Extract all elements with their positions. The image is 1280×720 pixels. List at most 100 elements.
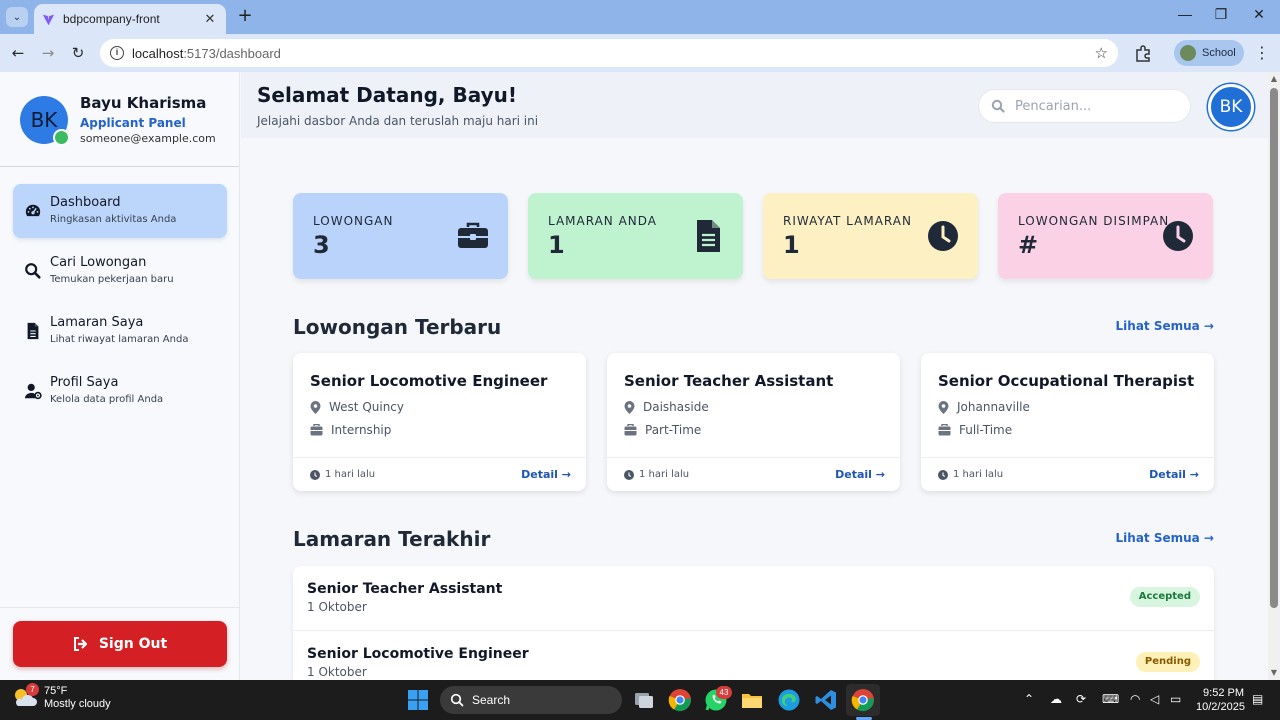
weather-temp: 75°F xyxy=(44,685,68,697)
notifications-icon[interactable]: ▤ xyxy=(1252,692,1263,706)
main-content: Selamat Datang, Bayu! Jelajahi dasbor An… xyxy=(241,72,1268,680)
reload-button[interactable]: ↻ xyxy=(66,41,90,65)
sidebar-item-subtitle: Ringkasan aktivitas Anda xyxy=(50,214,177,225)
whatsapp-badge: 43 xyxy=(716,686,732,699)
sidebar-item-lamaran-saya[interactable]: Lamaran Saya Lihat riwayat lamaran Anda xyxy=(13,304,227,358)
job-location: Johannaville xyxy=(938,400,1030,414)
url-host: localhost xyxy=(132,45,184,61)
stat-value: 1 xyxy=(783,231,800,259)
header-avatar[interactable]: BK xyxy=(1208,84,1254,130)
job-card[interactable]: Senior Occupational Therapist Johannavil… xyxy=(921,353,1214,491)
search-icon xyxy=(450,693,464,707)
maximize-button[interactable]: ❐ xyxy=(1206,6,1236,28)
keyboard-icon[interactable]: ⌨ xyxy=(1102,692,1119,706)
profile-chip[interactable]: School xyxy=(1174,40,1244,66)
taskbar-clock[interactable]: 9:52 PM 10/2/2025 xyxy=(1196,686,1245,714)
taskbar-search-label: Search xyxy=(472,693,511,707)
chrome-active-icon[interactable] xyxy=(851,688,875,712)
job-time-text: 1 hari lalu xyxy=(953,469,1004,480)
tray-overflow-icon[interactable]: ⌃ xyxy=(1024,692,1034,706)
page-scrollbar[interactable]: ▲ ▼ xyxy=(1268,72,1280,680)
search-input[interactable] xyxy=(1015,98,1175,114)
job-time: 1 hari lalu xyxy=(310,469,375,480)
job-card[interactable]: Senior Teacher Assistant Daishaside Part… xyxy=(607,353,900,491)
job-title: Senior Locomotive Engineer xyxy=(310,372,548,390)
stat-card-lamaran-anda[interactable]: LAMARAN ANDA 1 xyxy=(528,193,743,279)
application-date: 1 Oktober xyxy=(307,600,367,614)
job-card-footer: 1 hari lalu Detail → xyxy=(921,457,1214,491)
job-card[interactable]: Senior Locomotive Engineer West Quincy I… xyxy=(293,353,586,491)
windows-taskbar: 7 75°F Mostly cloudy Search 43 ⌃ ☁ ⟳ ⌨ ◠… xyxy=(0,680,1280,720)
job-card-footer: 1 hari lalu Detail → xyxy=(607,457,900,491)
scrollbar-thumb[interactable] xyxy=(1270,88,1278,608)
page-header: Selamat Datang, Bayu! Jelajahi dasbor An… xyxy=(241,72,1268,138)
edge-icon[interactable] xyxy=(777,688,801,712)
site-info-icon[interactable]: i xyxy=(110,46,124,60)
stat-card-lowongan-disimpan[interactable]: LOWONGAN DISIMPAN # xyxy=(998,193,1213,279)
job-detail-link[interactable]: Detail → xyxy=(835,468,885,481)
list-item[interactable]: Senior Locomotive Engineer 1 Oktober Pen… xyxy=(293,630,1214,680)
sign-out-button[interactable]: Sign Out xyxy=(13,621,227,667)
job-type: Internship xyxy=(310,423,391,437)
stat-label: LAMARAN ANDA xyxy=(548,214,658,228)
scroll-up-icon[interactable]: ▲ xyxy=(1270,74,1278,83)
update-icon[interactable]: ⟳ xyxy=(1076,692,1086,706)
extensions-icon[interactable] xyxy=(1134,44,1152,62)
job-detail-link[interactable]: Detail → xyxy=(521,468,571,481)
browser-tab[interactable]: bdpcompany-front ✕ xyxy=(34,4,226,34)
clock-icon xyxy=(310,469,320,480)
new-tab-button[interactable]: + xyxy=(234,6,256,28)
sidebar-item-title: Dashboard xyxy=(50,195,121,210)
sidebar-item-dashboard[interactable]: Dashboard Ringkasan aktivitas Anda xyxy=(13,184,227,238)
tab-search-button[interactable]: ⌄ xyxy=(6,7,28,27)
browser-tab-bar: ⌄ bdpcompany-front ✕ + — ❐ ✕ xyxy=(0,0,1280,34)
vscode-icon[interactable] xyxy=(814,688,838,712)
chrome-icon[interactable] xyxy=(668,688,692,712)
search-icon xyxy=(991,99,1005,113)
map-pin-icon xyxy=(624,400,635,414)
stat-card-lowongan[interactable]: LOWONGAN 3 xyxy=(293,193,508,279)
tab-close-icon[interactable]: ✕ xyxy=(202,12,218,27)
windows-start-icon[interactable] xyxy=(406,688,430,712)
url-text[interactable]: localhost:5173/dashboard xyxy=(132,46,1095,61)
user-role: Applicant Panel xyxy=(80,116,186,130)
bookmark-star-icon[interactable]: ☆ xyxy=(1095,44,1108,62)
address-bar[interactable]: i localhost:5173/dashboard ☆ xyxy=(100,39,1118,67)
battery-icon[interactable]: ▭ xyxy=(1170,692,1181,706)
task-view-icon[interactable] xyxy=(632,688,656,712)
close-window-button[interactable]: ✕ xyxy=(1244,6,1274,28)
job-detail-link[interactable]: Detail → xyxy=(1149,468,1199,481)
job-type: Full-Time xyxy=(938,423,1012,437)
stat-value: 1 xyxy=(548,231,565,259)
file-explorer-icon[interactable] xyxy=(740,688,764,712)
sidebar-profile: BK Bayu Kharisma Applicant Panel someone… xyxy=(0,72,239,167)
forward-button[interactable]: → xyxy=(36,41,60,65)
list-item[interactable]: Senior Teacher Assistant 1 Oktober Accep… xyxy=(293,566,1214,630)
user-cog-icon xyxy=(24,383,42,400)
sidebar-item-title: Profil Saya xyxy=(50,375,119,390)
online-status-dot xyxy=(53,129,70,146)
recent-applications-see-all-link[interactable]: Lihat Semua → xyxy=(1116,531,1214,545)
briefcase-icon xyxy=(624,424,637,436)
latest-jobs-see-all-link[interactable]: Lihat Semua → xyxy=(1116,319,1214,333)
job-time-text: 1 hari lalu xyxy=(639,469,690,480)
sidebar-item-profil-saya[interactable]: Profil Saya Kelola data profil Anda xyxy=(13,364,227,418)
status-badge: Accepted xyxy=(1129,587,1200,607)
volume-icon[interactable]: ◁ xyxy=(1150,692,1159,706)
job-location: Daishaside xyxy=(624,400,709,414)
file-icon xyxy=(27,322,39,340)
minimize-button[interactable]: — xyxy=(1170,6,1200,28)
sidebar-item-subtitle: Kelola data profil Anda xyxy=(50,394,164,405)
weather-widget[interactable]: 7 75°F Mostly cloudy xyxy=(12,683,111,711)
back-button[interactable]: ← xyxy=(6,41,30,65)
sidebar-item-title: Lamaran Saya xyxy=(50,315,144,330)
clock-time: 9:52 PM xyxy=(1203,687,1244,699)
browser-menu-icon[interactable]: ⋮ xyxy=(1254,43,1270,62)
onedrive-icon[interactable]: ☁ xyxy=(1050,692,1062,706)
scroll-down-icon[interactable]: ▼ xyxy=(1270,668,1278,677)
stat-card-riwayat-lamaran[interactable]: RIWAYAT LAMARAN 1 xyxy=(763,193,978,279)
taskbar-search[interactable]: Search xyxy=(440,686,622,714)
sidebar-item-cari-lowongan[interactable]: Cari Lowongan Temukan pekerjaan baru xyxy=(13,244,227,298)
wifi-icon[interactable]: ◠ xyxy=(1130,692,1140,706)
search-box[interactable] xyxy=(978,89,1191,123)
